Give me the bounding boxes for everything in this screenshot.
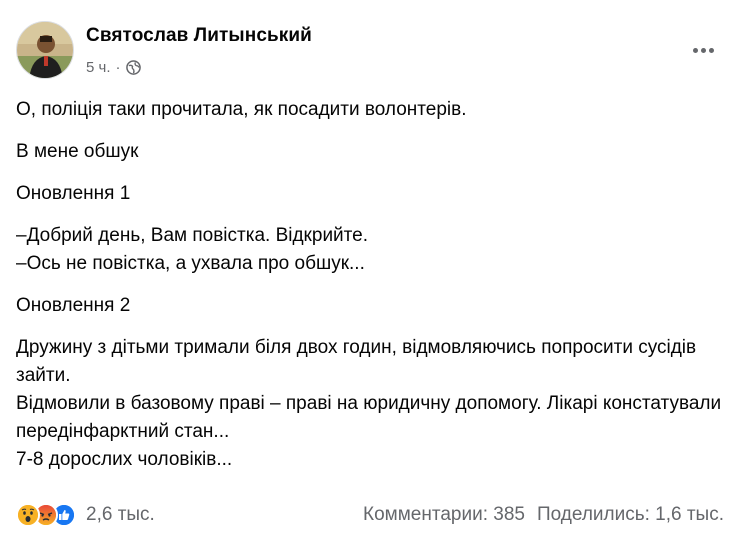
globe-icon [125, 60, 141, 75]
post-footer: 2,6 тыс. Комментарии: 385 Поделились: 1,… [16, 500, 724, 530]
post-paragraph: Оновлення 1 [16, 183, 131, 204]
post-time[interactable]: 5 ч. [86, 59, 111, 76]
wow-icon [16, 503, 40, 527]
post-meta: 5 ч. · [86, 59, 141, 76]
comments-count[interactable]: Комментарии: 385 [363, 504, 525, 526]
post-paragraph: Оновлення 2 [16, 295, 131, 316]
reactions-summary[interactable] [16, 503, 76, 527]
facebook-post: Святослав Литынський 5 ч. · О, поліція т… [0, 0, 740, 543]
post-paragraph: О, поліція таки прочитала, як посадити в… [16, 99, 467, 120]
avatar-image [17, 22, 73, 78]
more-horizontal-icon-dot [708, 47, 714, 53]
post-paragraph: В мене обшук [16, 141, 139, 162]
post-paragraph: Дружину з дітьми тримали біля двох годин… [16, 337, 722, 470]
avatar[interactable] [16, 21, 74, 79]
post-paragraph: –Добрий день, Вам повістка. Відкрийте. –… [16, 225, 369, 274]
more-options-button[interactable] [686, 33, 720, 67]
more-horizontal-icon-dot [700, 47, 706, 53]
author-name[interactable]: Святослав Литынський [86, 25, 312, 47]
meta-separator: · [115, 59, 121, 76]
post-header: Святослав Литынський 5 ч. · [16, 21, 724, 81]
post-stats: Комментарии: 385 Поделились: 1,6 тыс. [363, 504, 724, 526]
more-horizontal-icon [692, 47, 698, 53]
shares-count[interactable]: Поделились: 1,6 тыс. [537, 504, 724, 526]
reaction-count[interactable]: 2,6 тыс. [86, 504, 155, 526]
